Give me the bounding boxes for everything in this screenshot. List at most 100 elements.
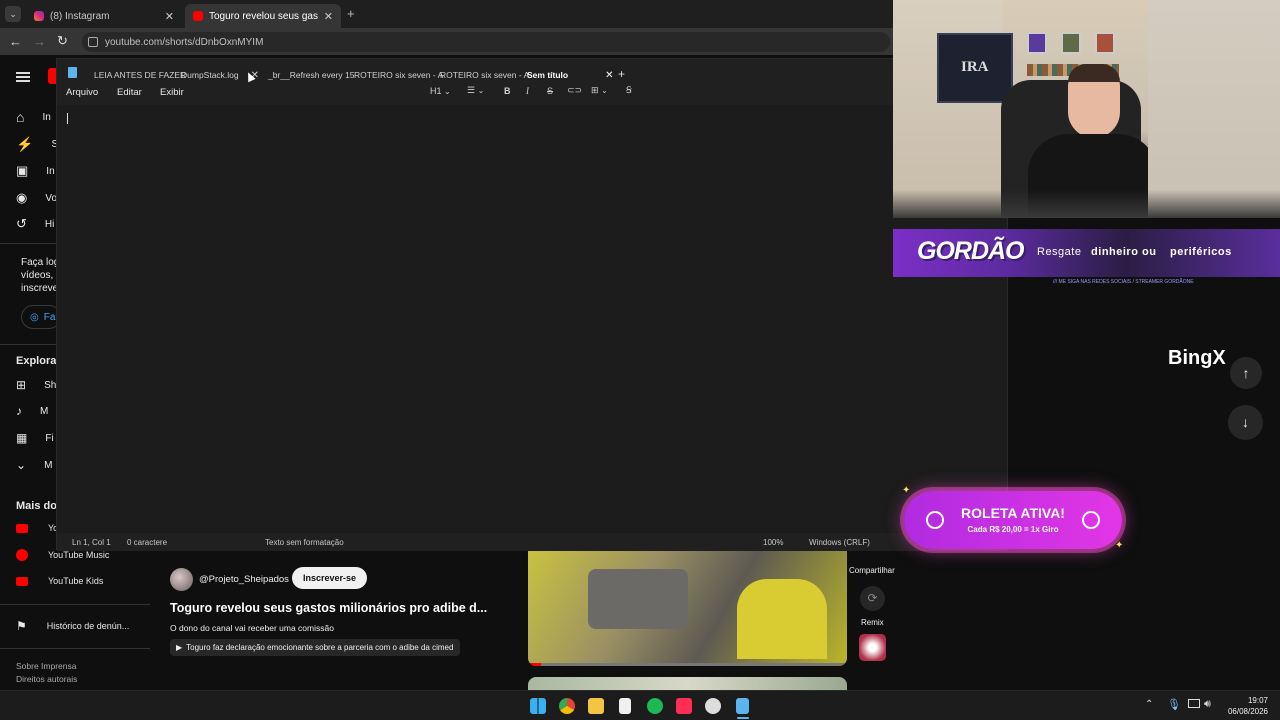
roleta-badge: ROLETA ATIVA! Cada R$ 20,00 = 1x Giro [904,491,1122,549]
new-tab-button[interactable]: + [347,6,355,21]
forward-icon[interactable]: → [33,34,46,49]
explore-title: Explorar [16,355,61,367]
stream-banner: GORDÃO Resgate dinheiro ou periféricos [893,229,1280,277]
nav-history[interactable]: ↺ Hi [16,216,54,232]
clear-format-button[interactable]: Ꞩ [626,85,632,96]
zoom-level: 100% [763,538,784,547]
nav-shopping[interactable]: ⊞ Sh [16,378,56,392]
menu-editar[interactable]: Editar [117,87,142,98]
nav-subscriptions[interactable]: ▣ In [16,163,55,179]
site-info-icon[interactable] [88,37,98,47]
text-editor[interactable] [57,105,1007,533]
channel-avatar[interactable] [170,568,193,591]
wall-frame: IRA [937,33,1013,103]
youtube-menu-icon[interactable] [16,70,30,84]
subscribe-button[interactable]: Inscrever-se [292,567,368,589]
nav-films[interactable]: ▦ Fi [16,431,54,445]
bold-button[interactable]: B [504,86,511,96]
heading-dropdown[interactable]: H1 ⌄ [430,86,451,96]
channel-name[interactable]: @Projeto_Sheipados [199,574,289,585]
sponsor-logo: BingX [1168,347,1226,369]
browser-tab-youtube[interactable]: Toguro revelou seus gastos mili… ✕ [185,4,341,28]
youtube-icon [16,523,28,533]
notepad-app-icon [68,67,77,78]
close-icon[interactable]: ✕ [605,70,613,81]
tab-list-button[interactable]: ⌄ [5,6,21,22]
nav-divider [0,604,150,605]
address-bar[interactable]: youtube.com/shorts/dDnbOxnMYIM [82,32,890,52]
url-text: youtube.com/shorts/dDnbOxnMYIM [105,36,264,48]
close-icon[interactable]: ✕ [324,10,333,23]
chevron-up-icon[interactable]: ⌃ [1145,699,1153,710]
nav-youtube-kids[interactable]: YouTube Kids [16,576,103,586]
chevron-down-icon: ⌄ [16,458,27,472]
roleta-subtitle: Cada R$ 20,00 = 1x Giro [967,525,1059,534]
notepad-tab-active[interactable]: Sem título ✕ [521,64,619,86]
text-cursor [67,113,68,124]
tab-label: (8) Instagram [50,10,110,22]
user-icon: ◉ [16,190,28,205]
video-title: Toguro revelou seus gastos milionários p… [170,601,488,615]
sound-avatar[interactable] [859,634,886,661]
nav-report-history[interactable]: ⚑ Histórico de denún... [16,619,129,633]
nav-you[interactable]: ◉ Vo [16,190,57,206]
chevron-down-icon: ⌄ [601,86,608,95]
notepad-icon[interactable] [736,698,749,714]
video-progress-bar[interactable] [528,663,847,666]
document-icon[interactable] [619,698,631,714]
shorts-icon: ⚡ [16,136,34,152]
list-icon: ☰ [467,85,476,95]
taskbar: ⌃ 🎙︎ 🔊︎ 19:07 06/08/2026 [0,690,1280,720]
windows-start-icon[interactable] [530,698,546,714]
nav-home[interactable]: ⌂ In [16,109,51,125]
menu-arquivo[interactable]: Arquivo [66,87,98,98]
nav-music[interactable]: ♪ M [16,404,48,418]
short-video-thumbnail[interactable] [528,549,847,666]
browser-tab-strip: ⌄ (8) Instagram ✕ Toguro revelou seus ga… [0,0,893,28]
new-tab-button[interactable]: + [618,67,625,81]
music-icon: ♪ [16,404,22,418]
chevron-down-icon: ⌄ [444,87,451,96]
shopping-icon: ⊞ [16,378,27,392]
microphone-icon[interactable]: 🎙︎ [1167,698,1181,711]
film-icon: ▦ [16,431,28,445]
close-icon[interactable]: ✕ [165,10,174,23]
clock[interactable]: 19:07 06/08/2026 [1224,695,1268,717]
scroll-down-button[interactable]: ↓ [1228,405,1263,440]
nav-divider [0,243,56,244]
network-icon[interactable] [1188,699,1200,708]
browser-tab-instagram[interactable]: (8) Instagram ✕ [26,4,182,28]
line-ending: Windows (CRLF) [809,538,870,547]
active-app-indicator [737,717,749,719]
tab-label: Toguro revelou seus gastos mili… [209,10,318,22]
clear-format-icon: Ꞩ [626,85,632,95]
menu-exibir[interactable]: Exibir [160,87,184,98]
list-dropdown[interactable]: ☰ ⌄ [467,85,484,96]
related-video-chip[interactable]: ▶ Toguro faz declaração emocionante sobre… [170,639,460,656]
spotify-icon[interactable] [647,698,663,714]
italic-button[interactable]: I [526,86,529,96]
next-short-thumbnail[interactable] [528,677,847,690]
link-button[interactable]: ⊂⊃ [567,85,582,96]
app-icon[interactable] [705,698,721,714]
nav-more[interactable]: ⌄ M [16,458,52,472]
back-icon[interactable]: ← [9,34,22,49]
remix-button[interactable]: ⟳ [860,586,885,611]
nav-divider [0,648,150,649]
subscriptions-icon: ▣ [16,163,29,178]
account-icon: ◎ [30,311,39,323]
strikethrough-button[interactable]: S [547,86,553,96]
arrow-up-icon: ↑ [1242,365,1250,381]
table-dropdown[interactable]: ⊞ ⌄ [591,85,608,96]
volume-icon[interactable]: 🔊︎ [1204,698,1211,711]
scroll-up-button[interactable]: ↑ [1230,357,1262,389]
nav-youtube-premium[interactable]: Yo [16,523,58,533]
share-label[interactable]: Compartilhar [849,566,895,575]
chrome-icon[interactable] [559,698,575,714]
tiktok-icon[interactable] [676,698,692,714]
cursor-position: Ln 1, Col 1 [72,538,111,547]
login-button[interactable]: ◎ Fa [21,305,61,329]
notepad-tab[interactable]: _br__Refresh every 15 [262,64,360,86]
folder-icon[interactable] [588,698,604,714]
reload-icon[interactable]: ↻ [57,33,68,49]
